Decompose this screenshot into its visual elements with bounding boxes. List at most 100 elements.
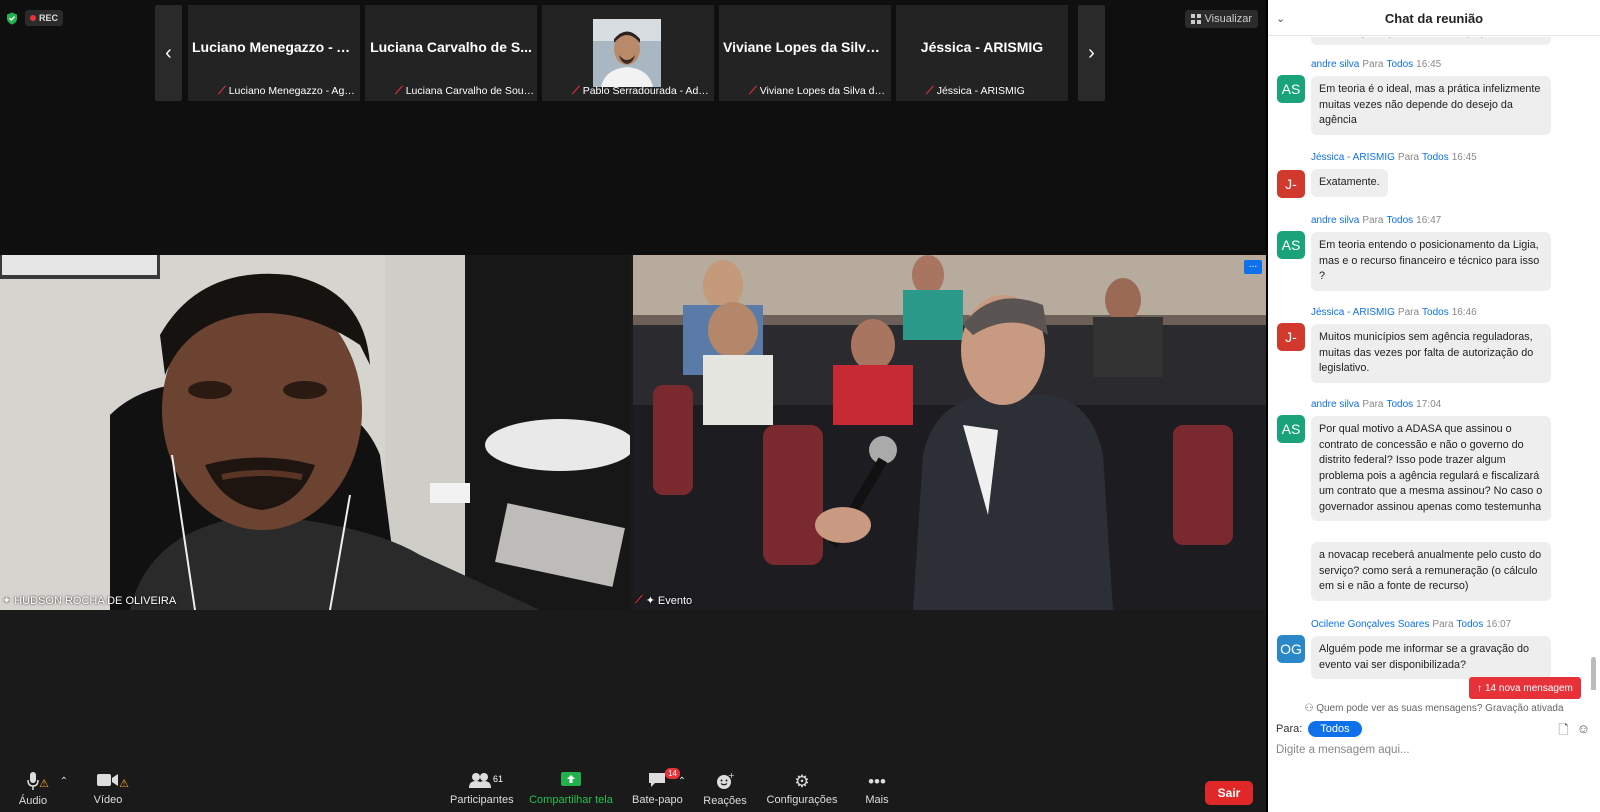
video-name-label: ⟋ ✦ Evento — [635, 594, 693, 607]
message-sender[interactable]: andre silva — [1311, 59, 1359, 70]
recording-indicator[interactable]: REC — [25, 10, 64, 26]
share-screen-label: Compartilhar tela — [529, 794, 613, 806]
participant-tile-caption: ⟋Viviane Lopes da Silva de Alme... — [749, 84, 889, 98]
speaker-video-right[interactable]: ... ⟋ ✦ Evento — [633, 255, 1266, 610]
audio-button[interactable]: ⚠ Áudio — [18, 772, 49, 807]
message-bubble[interactable]: Por qual motivo a ADASA que assinou o co… — [1311, 416, 1551, 521]
gallery-strip-area: REC Visualizar ‹ Luciano Menegazzo - A..… — [0, 0, 1266, 255]
video-button-label: Vídeo — [93, 794, 123, 806]
speaker-video-image — [0, 255, 630, 610]
new-messages-label: 14 nova mensagem — [1485, 682, 1573, 694]
participant-tile[interactable]: Jéssica - ARISMIG ⟋ Jéssica - ARISMIG — [896, 5, 1068, 101]
avatar: AS — [1277, 415, 1305, 443]
video-button[interactable]: ⚠ Vídeo — [90, 772, 129, 806]
chat-button[interactable]: 14 Bate-papo — [632, 768, 683, 806]
participant-tile-name: Jéssica - ARISMIG — [920, 39, 1044, 55]
message-bubble[interactable]: a novacap receberá anualmente pelo custo… — [1311, 542, 1551, 601]
svg-text:+: + — [728, 772, 734, 780]
chevron-left-icon: ‹ — [165, 41, 172, 64]
new-messages-button[interactable]: ↑ 14 nova mensagem — [1469, 677, 1581, 699]
reactions-button-label: Reações — [703, 795, 747, 807]
message-bubble[interactable]: Muitos municípios sem agência reguladora… — [1311, 324, 1551, 383]
message-meta: Ocilene Gonçalves Soares Para Todos 16:07 — [1311, 619, 1512, 630]
message-bubble[interactable]: Em teoria é o ideal, mas a prática infel… — [1311, 76, 1551, 135]
participants-button[interactable]: 61 Participantes — [450, 772, 514, 806]
chat-privacy-note[interactable]: ⚇ Quem pode ver as suas mensagens? Grava… — [1268, 703, 1600, 714]
message-meta: andre silva Para Todos 17:04 — [1311, 399, 1442, 410]
warning-icon: ⚠ — [39, 778, 49, 790]
message-recipient: Todos — [1386, 215, 1414, 226]
avatar: AS — [1277, 231, 1305, 259]
view-button-label: Visualizar — [1204, 13, 1253, 25]
chevron-up-icon: ⌃ — [677, 776, 687, 787]
participant-tile-name: Viviane Lopes da Silva ... — [723, 39, 890, 55]
chat-message-list[interactable]: contribuições, podem enviar aqui pelo ch… — [1268, 37, 1600, 690]
recipient-selector[interactable]: Todos — [1308, 721, 1362, 737]
audio-button-label: Áudio — [18, 795, 48, 807]
video-more-options-button[interactable]: ... — [1244, 260, 1262, 274]
view-button[interactable]: Visualizar — [1184, 10, 1258, 28]
recording-label: REC — [39, 13, 59, 23]
more-dots-icon: ... — [1248, 259, 1258, 270]
mic-muted-icon: ⟋ — [395, 84, 403, 97]
message-sender[interactable]: andre silva — [1311, 399, 1359, 410]
more-button[interactable]: ••• Mais — [862, 772, 892, 806]
event-video-image — [633, 255, 1266, 610]
message-meta: andre silva Para Todos 16:47 — [1311, 215, 1442, 226]
message-sender[interactable]: Ocilene Gonçalves Soares — [1311, 619, 1429, 630]
message-meta: Jéssica - ARISMIG Para Todos 16:45 — [1311, 152, 1477, 163]
chat-message-partial: contribuições, podem enviar aqui pelo ch… — [1311, 37, 1551, 45]
participant-tile[interactable]: Luciana Carvalho de S... ⟋ Luciana Carval… — [365, 5, 537, 101]
chat-message-input[interactable] — [1276, 740, 1592, 760]
leave-button-label: Sair — [1217, 786, 1241, 800]
pin-icon: ✦ — [2, 595, 12, 607]
participant-tile-caption: ⟋ Jéssica - ARISMIG — [926, 84, 1025, 98]
message-bubble[interactable]: Em teoria entendo o posicionamento da Li… — [1311, 232, 1551, 291]
participants-count: 61 — [492, 774, 503, 784]
video-camera-icon: ⚠ — [97, 772, 129, 792]
settings-button[interactable]: ⚙ Configurações — [766, 772, 838, 806]
chat-recipient-row: Para: Todos — [1276, 720, 1362, 738]
people-lock-icon: ⚇ — [1304, 703, 1314, 714]
message-time: 16:47 — [1416, 215, 1442, 226]
reactions-button[interactable]: + Reações — [702, 771, 748, 807]
message-meta: Jéssica - ARISMIG Para Todos 16:46 — [1311, 307, 1477, 318]
message-sender[interactable]: andre silva — [1311, 215, 1359, 226]
chat-header: ⌄ Chat da reunião — [1268, 0, 1600, 36]
message-time: 16:45 — [1451, 152, 1477, 163]
emoji-plus-icon: + — [716, 771, 735, 792]
participant-tile-video[interactable]: ⟋ Pablo Serradourada - Adasa — [542, 5, 714, 101]
participant-tile[interactable]: Viviane Lopes da Silva ... ⟋ Viviane Lope… — [719, 5, 891, 101]
mic-muted-icon: ⟋ — [926, 84, 934, 97]
chevron-right-icon: › — [1088, 41, 1095, 64]
participants-button-label: Participantes — [450, 794, 514, 806]
message-recipient: Todos — [1422, 307, 1449, 318]
participant-tile-caption: ⟋ Pablo Serradourada - Adasa — [572, 84, 712, 98]
warning-icon: ⚠ — [119, 778, 129, 790]
message-bubble[interactable]: Exatamente. — [1311, 169, 1388, 197]
message-meta: andre silva Para Todos 16:45 — [1311, 59, 1442, 70]
speaker-video-left[interactable]: ✦ HUDSON ROCHA DE OLIVEIRA — [0, 255, 630, 610]
chat-scrollbar[interactable] — [1591, 657, 1596, 690]
audio-options-button[interactable]: ⌃ — [58, 772, 70, 792]
message-bubble[interactable]: Alguém pode me informar se a gravação do… — [1311, 636, 1551, 679]
video-name-label: ✦ HUDSON ROCHA DE OLIVEIRA — [2, 594, 177, 608]
chat-button-label: Bate-papo — [632, 794, 683, 806]
chat-options-button[interactable]: ⌃ — [676, 772, 688, 792]
message-sender[interactable]: Jéssica - ARISMIG — [1311, 307, 1395, 318]
share-screen-button[interactable]: Compartilhar tela — [528, 772, 614, 806]
message-sender[interactable]: Jéssica - ARISMIG — [1311, 152, 1395, 163]
strip-previous-button[interactable]: ‹ — [155, 5, 182, 101]
participant-tile[interactable]: Luciano Menegazzo - A... ⟋ Luciano Menega… — [188, 5, 360, 101]
gear-icon: ⚙ — [794, 772, 810, 791]
encryption-shield-icon[interactable] — [4, 10, 20, 26]
grid-view-icon — [1190, 14, 1201, 24]
avatar: AS — [1277, 75, 1305, 103]
avatar: OG — [1277, 635, 1305, 663]
participant-tile-caption: ⟋ Luciano Menegazzo - Agepar — [218, 84, 358, 98]
participant-tile-caption: ⟋Luciana Carvalho de Souza Jun... — [395, 84, 535, 98]
participant-strip: ‹ Luciano Menegazzo - A... ⟋ Luciano Mene… — [155, 5, 1105, 101]
chat-panel: ⌄ Chat da reunião contribuições, podem e… — [1268, 0, 1600, 812]
leave-meeting-button[interactable]: Sair — [1205, 781, 1253, 805]
strip-next-button[interactable]: › — [1078, 5, 1105, 101]
